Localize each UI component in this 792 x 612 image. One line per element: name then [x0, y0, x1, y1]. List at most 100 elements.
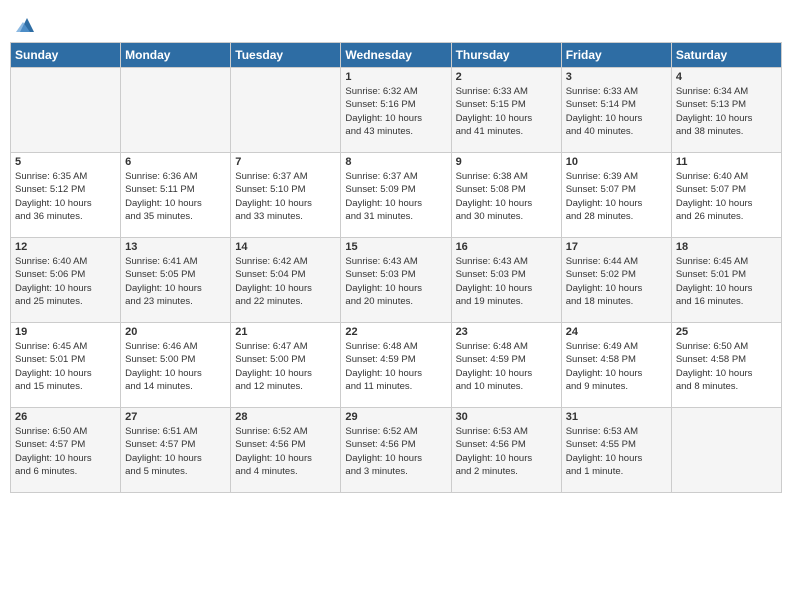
day-info: Sunrise: 6:50 AM Sunset: 4:57 PM Dayligh… [15, 425, 116, 478]
table-row: 18 Sunrise: 6:45 AM Sunset: 5:01 PM Dayli… [671, 238, 781, 323]
day-info: Sunrise: 6:43 AM Sunset: 5:03 PM Dayligh… [345, 255, 446, 308]
logo [14, 14, 38, 36]
day-number: 29 [345, 411, 446, 423]
table-row: 4 Sunrise: 6:34 AM Sunset: 5:13 PM Daylig… [671, 68, 781, 153]
day-info: Sunrise: 6:49 AM Sunset: 4:58 PM Dayligh… [566, 340, 667, 393]
col-saturday: Saturday [671, 43, 781, 68]
day-info: Sunrise: 6:35 AM Sunset: 5:12 PM Dayligh… [15, 170, 116, 223]
day-number: 27 [125, 411, 226, 423]
table-row: 11 Sunrise: 6:40 AM Sunset: 5:07 PM Dayli… [671, 153, 781, 238]
table-row: 12 Sunrise: 6:40 AM Sunset: 5:06 PM Dayli… [11, 238, 121, 323]
col-monday: Monday [121, 43, 231, 68]
day-number: 18 [676, 241, 777, 253]
calendar-week-row: 1 Sunrise: 6:32 AM Sunset: 5:16 PM Daylig… [11, 68, 782, 153]
day-number: 1 [345, 71, 446, 83]
col-thursday: Thursday [451, 43, 561, 68]
table-row: 9 Sunrise: 6:38 AM Sunset: 5:08 PM Daylig… [451, 153, 561, 238]
calendar-week-row: 12 Sunrise: 6:40 AM Sunset: 5:06 PM Dayli… [11, 238, 782, 323]
day-number: 6 [125, 156, 226, 168]
day-info: Sunrise: 6:38 AM Sunset: 5:08 PM Dayligh… [456, 170, 557, 223]
day-info: Sunrise: 6:37 AM Sunset: 5:09 PM Dayligh… [345, 170, 446, 223]
table-row: 30Sunrise: 6:53 AM Sunset: 4:56 PM Dayli… [451, 408, 561, 493]
table-row: 3 Sunrise: 6:33 AM Sunset: 5:14 PM Daylig… [561, 68, 671, 153]
day-number: 15 [345, 241, 446, 253]
day-number: 4 [676, 71, 777, 83]
table-row: 14 Sunrise: 6:42 AM Sunset: 5:04 PM Dayli… [231, 238, 341, 323]
table-row: 28 Sunrise: 6:52 AM Sunset: 4:56 PM Dayli… [231, 408, 341, 493]
day-number: 28 [235, 411, 336, 423]
day-info: Sunrise: 6:43 AM Sunset: 5:03 PM Dayligh… [456, 255, 557, 308]
table-row: 26 Sunrise: 6:50 AM Sunset: 4:57 PM Dayli… [11, 408, 121, 493]
day-info: Sunrise: 6:47 AM Sunset: 5:00 PM Dayligh… [235, 340, 336, 393]
day-number: 17 [566, 241, 667, 253]
table-row: 15 Sunrise: 6:43 AM Sunset: 5:03 PM Dayli… [341, 238, 451, 323]
day-number: 20 [125, 326, 226, 338]
table-row: 2 Sunrise: 6:33 AM Sunset: 5:15 PM Daylig… [451, 68, 561, 153]
day-number: 25 [676, 326, 777, 338]
day-number: 5 [15, 156, 116, 168]
day-info: Sunrise: 6:50 AM Sunset: 4:58 PM Dayligh… [676, 340, 777, 393]
logo-icon [16, 14, 38, 36]
table-row: 23 Sunrise: 6:48 AM Sunset: 4:59 PM Dayli… [451, 323, 561, 408]
day-number: 3 [566, 71, 667, 83]
table-row: 20 Sunrise: 6:46 AM Sunset: 5:00 PM Dayli… [121, 323, 231, 408]
day-number: 21 [235, 326, 336, 338]
calendar-table: Sunday Monday Tuesday Wednesday Thursday… [10, 42, 782, 493]
day-info: Sunrise: 6:42 AM Sunset: 5:04 PM Dayligh… [235, 255, 336, 308]
col-sunday: Sunday [11, 43, 121, 68]
day-number: 11 [676, 156, 777, 168]
day-number: 26 [15, 411, 116, 423]
table-row: 16 Sunrise: 6:43 AM Sunset: 5:03 PM Dayli… [451, 238, 561, 323]
day-number: 30 [456, 411, 557, 423]
table-row: 29 Sunrise: 6:52 AM Sunset: 4:56 PM Dayli… [341, 408, 451, 493]
day-info: Sunrise: 6:33 AM Sunset: 5:14 PM Dayligh… [566, 85, 667, 138]
day-info: Sunrise: 6:52 AM Sunset: 4:56 PM Dayligh… [235, 425, 336, 478]
calendar-week-row: 26 Sunrise: 6:50 AM Sunset: 4:57 PM Dayli… [11, 408, 782, 493]
table-row: 13Sunrise: 6:41 AM Sunset: 5:05 PM Dayli… [121, 238, 231, 323]
day-number: 12 [15, 241, 116, 253]
day-info: Sunrise: 6:40 AM Sunset: 5:06 PM Dayligh… [15, 255, 116, 308]
table-row: 8 Sunrise: 6:37 AM Sunset: 5:09 PM Daylig… [341, 153, 451, 238]
table-row: 5 Sunrise: 6:35 AM Sunset: 5:12 PM Daylig… [11, 153, 121, 238]
day-number: 8 [345, 156, 446, 168]
table-row: 19 Sunrise: 6:45 AM Sunset: 5:01 PM Dayli… [11, 323, 121, 408]
day-number: 13 [125, 241, 226, 253]
day-info: Sunrise: 6:39 AM Sunset: 5:07 PM Dayligh… [566, 170, 667, 223]
day-number: 24 [566, 326, 667, 338]
day-info: Sunrise: 6:51 AM Sunset: 4:57 PM Dayligh… [125, 425, 226, 478]
day-info: Sunrise: 6:34 AM Sunset: 5:13 PM Dayligh… [676, 85, 777, 138]
day-number: 7 [235, 156, 336, 168]
table-row [231, 68, 341, 153]
day-number: 2 [456, 71, 557, 83]
table-row [121, 68, 231, 153]
table-row: 6Sunrise: 6:36 AM Sunset: 5:11 PM Daylig… [121, 153, 231, 238]
col-friday: Friday [561, 43, 671, 68]
day-info: Sunrise: 6:46 AM Sunset: 5:00 PM Dayligh… [125, 340, 226, 393]
day-info: Sunrise: 6:33 AM Sunset: 5:15 PM Dayligh… [456, 85, 557, 138]
day-number: 14 [235, 241, 336, 253]
day-info: Sunrise: 6:44 AM Sunset: 5:02 PM Dayligh… [566, 255, 667, 308]
day-number: 9 [456, 156, 557, 168]
day-number: 10 [566, 156, 667, 168]
day-number: 23 [456, 326, 557, 338]
table-row: 22 Sunrise: 6:48 AM Sunset: 4:59 PM Dayli… [341, 323, 451, 408]
day-number: 22 [345, 326, 446, 338]
table-row: 1 Sunrise: 6:32 AM Sunset: 5:16 PM Daylig… [341, 68, 451, 153]
day-info: Sunrise: 6:48 AM Sunset: 4:59 PM Dayligh… [345, 340, 446, 393]
table-row: 7 Sunrise: 6:37 AM Sunset: 5:10 PM Daylig… [231, 153, 341, 238]
day-number: 16 [456, 241, 557, 253]
day-number: 19 [15, 326, 116, 338]
day-info: Sunrise: 6:40 AM Sunset: 5:07 PM Dayligh… [676, 170, 777, 223]
day-info: Sunrise: 6:37 AM Sunset: 5:10 PM Dayligh… [235, 170, 336, 223]
table-row [671, 408, 781, 493]
day-info: Sunrise: 6:45 AM Sunset: 5:01 PM Dayligh… [676, 255, 777, 308]
day-info: Sunrise: 6:48 AM Sunset: 4:59 PM Dayligh… [456, 340, 557, 393]
day-number: 31 [566, 411, 667, 423]
calendar-week-row: 19 Sunrise: 6:45 AM Sunset: 5:01 PM Dayli… [11, 323, 782, 408]
calendar-week-row: 5 Sunrise: 6:35 AM Sunset: 5:12 PM Daylig… [11, 153, 782, 238]
col-wednesday: Wednesday [341, 43, 451, 68]
day-info: Sunrise: 6:45 AM Sunset: 5:01 PM Dayligh… [15, 340, 116, 393]
day-info: Sunrise: 6:52 AM Sunset: 4:56 PM Dayligh… [345, 425, 446, 478]
day-info: Sunrise: 6:32 AM Sunset: 5:16 PM Dayligh… [345, 85, 446, 138]
table-row: 24 Sunrise: 6:49 AM Sunset: 4:58 PM Dayli… [561, 323, 671, 408]
